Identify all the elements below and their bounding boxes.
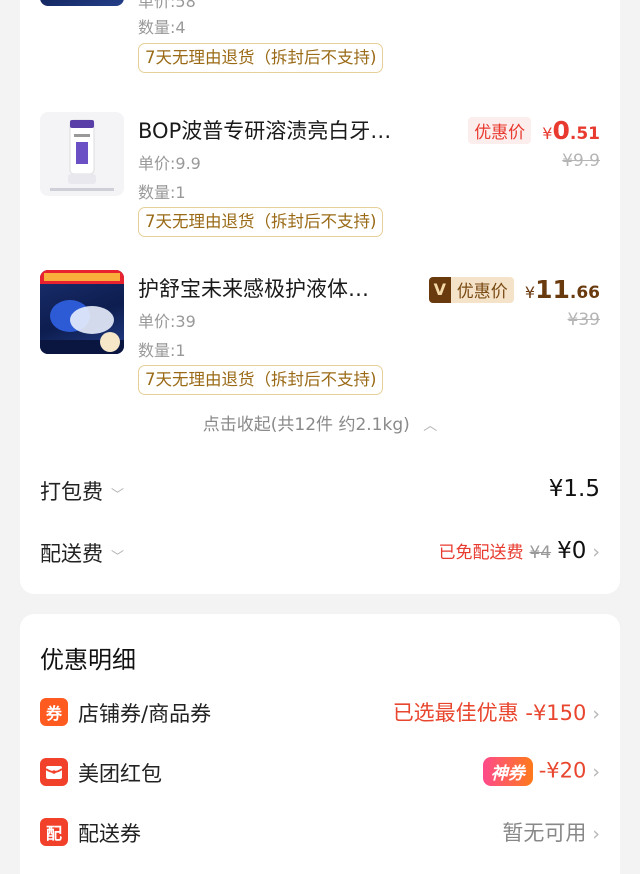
price-box: V 优惠价 ¥11.66 ¥39 bbox=[428, 275, 600, 330]
product-name[interactable]: 护舒宝未来感极护液体… bbox=[138, 273, 369, 303]
delivery-fee-label[interactable]: 配送费 ﹀ bbox=[40, 538, 124, 568]
delivery-fee-value[interactable]: 已免配送费 ¥4 ¥0 › bbox=[438, 538, 600, 564]
product-name[interactable]: BOP波普专研溶渍亮白牙… bbox=[138, 115, 391, 145]
quantity: 数量:1 bbox=[138, 183, 186, 202]
chevron-right-icon: › bbox=[592, 541, 600, 563]
packing-fee-value: ¥1.5 bbox=[548, 476, 600, 502]
unit-price: 单价:9.9 bbox=[138, 154, 201, 173]
red-packet-value: 神券 -¥20 › bbox=[482, 757, 600, 786]
quantity: 数量:1 bbox=[138, 341, 186, 360]
order-item-3[interactable]: 护舒宝未来感极护液体… 单价:39 数量:1 7天无理由退货（拆封后不支持) V… bbox=[20, 270, 620, 400]
discount-price-label: 优惠价 bbox=[468, 117, 532, 144]
product-thumbnail-2[interactable] bbox=[40, 112, 124, 196]
delivery-coupon-label: 配送券 bbox=[78, 822, 141, 846]
discount-details-card: 优惠明细 券 店铺券/商品券 已选最佳优惠 -¥150 › 美团红包 神券 -¥20… bbox=[20, 614, 620, 874]
store-coupon-row[interactable]: 券 店铺券/商品券 已选最佳优惠 -¥150 › bbox=[20, 692, 620, 732]
red-packet-icon bbox=[40, 758, 68, 786]
return-policy-tag: 7天无理由退货（拆封后不支持) bbox=[138, 207, 384, 237]
unit-price: 单价:58 bbox=[138, 0, 196, 11]
chevron-up-icon: ︿ bbox=[423, 418, 438, 434]
quantity: 数量:4 bbox=[138, 18, 186, 37]
product-thumbnail-1[interactable] bbox=[40, 0, 124, 6]
free-delivery-text: 已免配送费 bbox=[438, 543, 524, 563]
packing-fee-label[interactable]: 打包费 ﹀ bbox=[40, 476, 124, 506]
price-box: 优惠价 ¥0.51 ¥9.9 bbox=[468, 116, 600, 171]
order-item-1[interactable]: 单价:58 数量:4 7天无理由退货（拆封后不支持) bbox=[20, 0, 620, 86]
delivery-coupon-row[interactable]: 配 配送券 暂无可用 › bbox=[20, 812, 620, 852]
red-packet-row[interactable]: 美团红包 神券 -¥20 › bbox=[20, 752, 620, 792]
product-thumbnail-3[interactable] bbox=[40, 270, 124, 354]
order-item-2[interactable]: BOP波普专研溶渍亮白牙… 单价:9.9 数量:1 7天无理由退货（拆封后不支持… bbox=[20, 112, 620, 242]
vip-price-label: V 优惠价 bbox=[428, 276, 514, 303]
original-price: ¥39 bbox=[567, 310, 600, 330]
return-policy-tag: 7天无理由退货（拆封后不支持) bbox=[138, 365, 384, 395]
god-coupon-badge: 神券 bbox=[482, 757, 533, 786]
unit-price: 单价:39 bbox=[138, 312, 196, 331]
red-packet-label: 美团红包 bbox=[78, 762, 162, 786]
vip-icon: V bbox=[428, 276, 451, 303]
chevron-right-icon: › bbox=[592, 823, 600, 845]
vip-price: ¥11.66 bbox=[524, 275, 600, 304]
coupon-icon: 券 bbox=[40, 698, 68, 726]
delivery-coupon-value: 暂无可用 › bbox=[502, 821, 600, 845]
collapse-items-button[interactable]: 点击收起(共12件 约2.1kg) ︿ bbox=[20, 410, 620, 435]
chevron-right-icon: › bbox=[592, 760, 600, 783]
order-items-card: 单价:58 数量:4 7天无理由退货（拆封后不支持) BOP波普专研溶渍亮白牙…… bbox=[20, 0, 620, 594]
chevron-down-icon: ﹀ bbox=[111, 487, 125, 503]
discount-price: ¥0.51 bbox=[542, 116, 600, 145]
store-coupon-label: 店铺券/商品券 bbox=[78, 702, 212, 726]
delivery-coupon-icon: 配 bbox=[40, 818, 68, 846]
chevron-down-icon: ﹀ bbox=[111, 549, 125, 565]
chevron-right-icon: › bbox=[592, 703, 600, 725]
discount-section-title: 优惠明细 bbox=[40, 646, 136, 674]
return-policy-tag: 7天无理由退货（拆封后不支持) bbox=[138, 43, 384, 73]
original-delivery-fee: ¥4 bbox=[529, 543, 552, 563]
store-coupon-value: 已选最佳优惠 -¥150 › bbox=[392, 701, 600, 725]
original-price: ¥9.9 bbox=[562, 151, 600, 171]
